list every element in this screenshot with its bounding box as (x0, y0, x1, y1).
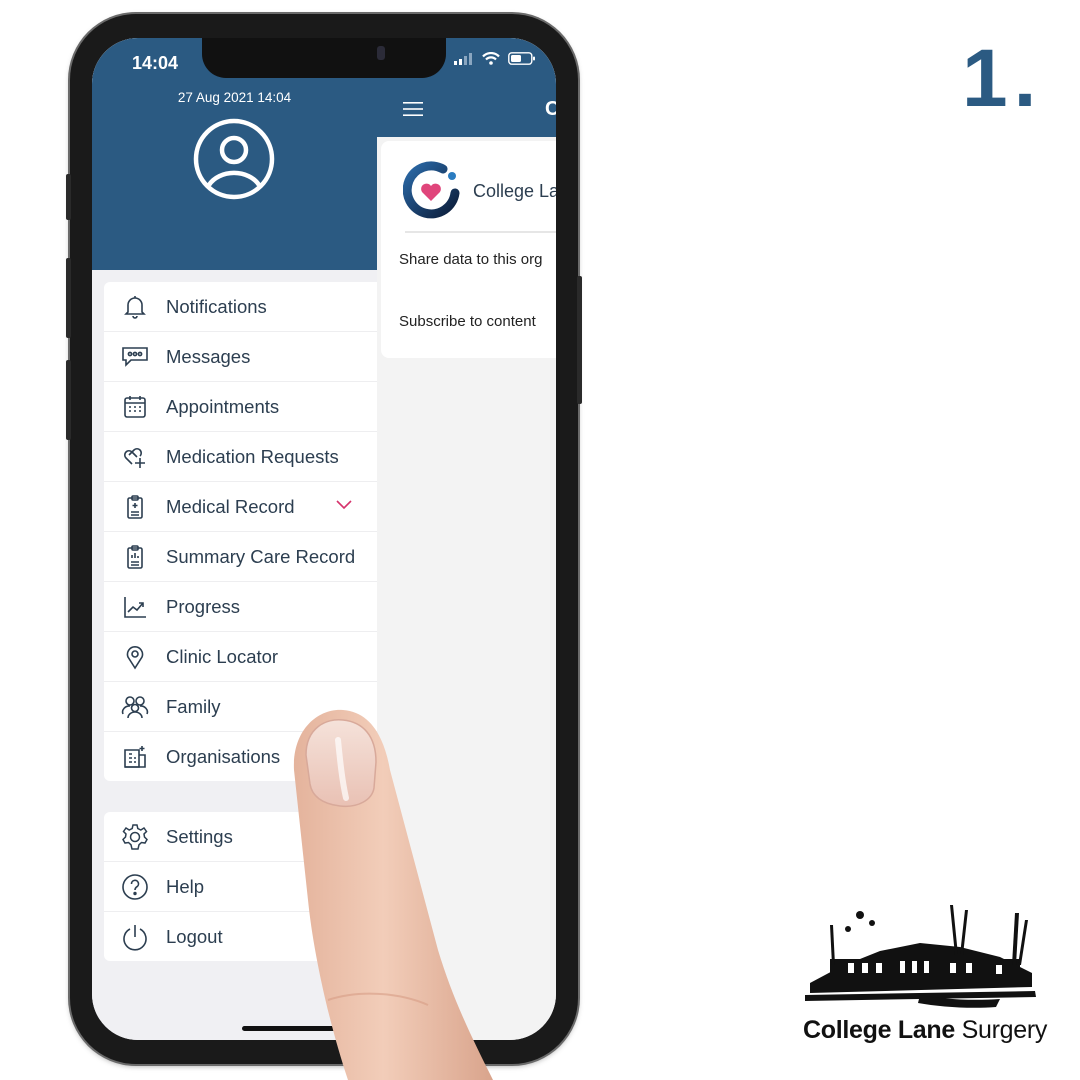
share-data-option[interactable]: Share data to this org (399, 251, 542, 268)
menu-item-label: Logout (166, 925, 223, 947)
menu-item-messages[interactable]: Messages (104, 332, 377, 382)
menu-item-label: Appointments (166, 395, 280, 417)
calendar-icon (121, 393, 149, 421)
step-number: 1. (962, 33, 1043, 124)
power-button (577, 276, 582, 404)
organisation-card[interactable]: College La Share data to this org Subscr… (381, 141, 556, 358)
menu-item-clinic-locator[interactable]: Clinic Locator (104, 632, 377, 682)
gear-icon (121, 823, 149, 851)
menu-item-label: Progress (166, 595, 241, 617)
brand-name-bold: College Lane (803, 1016, 955, 1044)
family-icon (121, 693, 149, 721)
chevron-down-icon[interactable] (335, 496, 353, 514)
organisation-name: College La (473, 181, 556, 201)
bell-icon (121, 293, 149, 321)
clipboard-plus-icon (121, 493, 149, 521)
wifi-icon (482, 52, 500, 65)
status-icons (454, 52, 536, 65)
page-title: C (545, 98, 556, 120)
menu-item-label: Family (166, 695, 221, 717)
pill-plus-icon (121, 443, 149, 471)
header-date: 27 Aug 2021 14:04 (177, 90, 292, 105)
volume-up-button (66, 258, 71, 338)
menu-item-summary-care-record[interactable]: Summary Care Record (104, 532, 377, 582)
map-pin-icon (121, 643, 149, 671)
menu-item-label: Summary Care Record (166, 545, 356, 567)
subscribe-content-option[interactable]: Subscribe to content (399, 313, 536, 330)
signal-icon (454, 52, 472, 65)
menu-item-medical-record[interactable]: Medical Record (104, 482, 377, 532)
divider (405, 231, 556, 233)
chat-bubble-icon (121, 343, 149, 371)
organisation-icon (121, 743, 149, 771)
volume-down-button (66, 360, 71, 440)
hamburger-menu-icon[interactable] (403, 101, 423, 117)
power-icon (121, 923, 149, 951)
surgery-brand-name: College Lane Surgery (803, 1016, 1047, 1045)
menu-item-notifications[interactable]: Notifications (104, 282, 377, 332)
menu-item-medication-requests[interactable]: Medication Requests (104, 432, 377, 482)
brand-name-light: Surgery (955, 1016, 1048, 1044)
menu-item-label: Notifications (166, 295, 267, 317)
clipboard-chart-icon (121, 543, 149, 571)
menu-item-label: Organisations (166, 745, 281, 767)
pointing-finger (293, 709, 493, 1080)
menu-item-label: Settings (166, 825, 233, 847)
menu-item-label: Help (166, 875, 205, 897)
menu-item-label: Medication Requests (166, 445, 339, 467)
status-time: 14:04 (132, 53, 179, 73)
mute-switch (66, 174, 71, 220)
menu-item-label: Clinic Locator (166, 645, 279, 667)
user-circle-icon[interactable] (193, 118, 275, 200)
camera (377, 46, 385, 60)
menu-item-appointments[interactable]: Appointments (104, 382, 377, 432)
chart-line-icon (121, 593, 149, 621)
organisation-logo-icon (403, 161, 460, 219)
menu-item-progress[interactable]: Progress (104, 582, 377, 632)
notch (202, 38, 446, 78)
menu-item-label: Medical Record (166, 495, 295, 517)
menu-item-label: Messages (166, 345, 251, 367)
help-circle-icon (121, 873, 149, 901)
battery-icon (508, 52, 535, 65)
